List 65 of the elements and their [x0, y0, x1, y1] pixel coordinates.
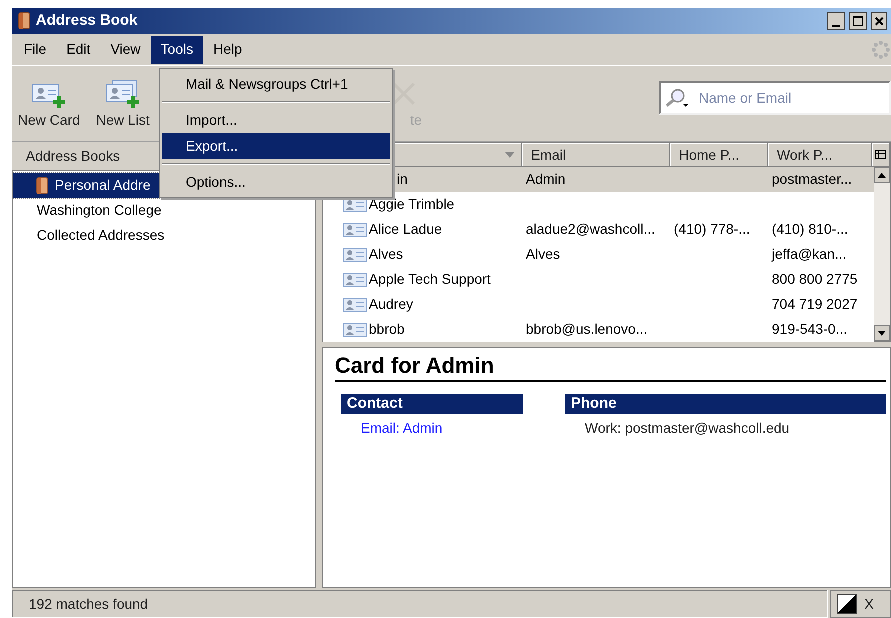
table-cell: (410) 778-... — [674, 221, 750, 237]
menu-item[interactable]: File — [14, 36, 57, 64]
column-header[interactable]: Email — [522, 143, 670, 167]
menu-item[interactable]: Import... — [162, 107, 390, 133]
card-title: Card for Admin — [335, 352, 886, 382]
search-field[interactable]: Name or Email — [659, 80, 891, 114]
column-header[interactable]: Work P... — [768, 143, 872, 167]
section-header: Phone — [565, 394, 886, 414]
sidebar-header: Address Books — [26, 146, 120, 166]
throbber-icon — [871, 40, 891, 60]
scroll-up-icon — [878, 172, 886, 178]
scrollbar[interactable] — [874, 167, 890, 341]
email-link[interactable]: Email: Admin — [341, 418, 443, 439]
status-text: 192 matches found — [12, 590, 828, 618]
offline-status-icon — [836, 594, 857, 614]
menu-item[interactable]: Edit — [56, 36, 101, 64]
table-cell: 704 719 2027 — [772, 296, 858, 312]
maximize-icon — [853, 16, 863, 26]
phone-text: Work: postmaster@washcoll.edu — [584, 419, 791, 438]
section-header: Contact — [341, 394, 523, 414]
scroll-down-icon — [878, 330, 886, 336]
contact-name: Apple Tech Support — [369, 270, 491, 289]
contact-name: Aggie Trimble — [369, 195, 455, 214]
table-cell: postmaster... — [772, 171, 852, 187]
search-icon — [665, 88, 691, 108]
table-cell: aladue2@washcoll... — [526, 221, 656, 237]
column-header[interactable]: Home P... — [670, 143, 768, 167]
status-label: X — [864, 594, 875, 614]
menu-item[interactable]: Mail & Newsgroups Ctrl+1 — [162, 71, 390, 97]
menu-item[interactable]: View — [100, 36, 151, 64]
column-picker-icon — [875, 150, 888, 160]
minimize-icon — [832, 25, 840, 29]
menu-item[interactable]: Help — [203, 36, 252, 64]
contact-name: bbrob — [369, 320, 405, 339]
table-cell: 800 800 2775 — [772, 271, 858, 287]
new-list-icon — [105, 80, 142, 108]
window-title: Address Book — [36, 10, 138, 31]
maximize-button[interactable] — [849, 12, 867, 30]
menu-item[interactable]: Export... — [162, 133, 390, 159]
minimize-button[interactable] — [827, 12, 845, 30]
address-book-item[interactable]: Personal Addre — [13, 173, 161, 198]
toolbar-button[interactable]: New Card — [16, 80, 82, 131]
contact-name: Alice Ladue — [369, 220, 442, 239]
contact-card-icon — [343, 222, 367, 236]
table-cell: Admin — [526, 171, 566, 187]
table-cell: jeffa@kan... — [772, 246, 847, 262]
menu-item[interactable]: Tools — [150, 36, 204, 64]
close-button[interactable] — [871, 12, 887, 30]
contact-card-icon — [343, 272, 367, 286]
contact-card-icon — [343, 248, 367, 262]
contact-card-icon — [343, 298, 367, 312]
column-picker-button[interactable] — [872, 143, 890, 167]
close-icon — [874, 16, 884, 26]
contact-card-icon — [343, 322, 367, 336]
sort-caret-icon — [505, 152, 516, 158]
table-cell: (410) 810-... — [772, 221, 848, 237]
table-cell: bbrob@us.lenovo... — [526, 321, 648, 337]
table-cell: 919-543-0... — [772, 321, 848, 337]
address-book-item[interactable]: Washington College — [13, 198, 161, 223]
contact-name: in — [397, 170, 408, 189]
toolbar-button[interactable]: New List — [94, 80, 152, 131]
contact-name: Audrey — [369, 295, 414, 314]
book-icon — [16, 12, 32, 30]
contact-name: Alves — [369, 245, 404, 264]
table-cell: Alves — [526, 246, 560, 262]
